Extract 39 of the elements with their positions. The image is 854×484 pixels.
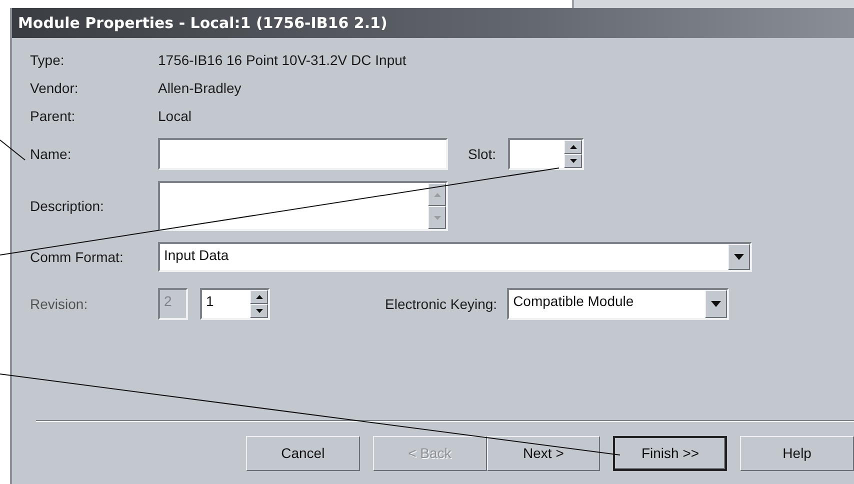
field-label: Description: [30,198,105,214]
field-label: Type: [30,52,66,68]
dialog-button[interactable]: Finish >> [613,436,728,470]
spin-down-button[interactable] [564,154,582,168]
spin-down-button[interactable] [250,304,268,318]
spin-up-button[interactable] [250,290,268,304]
field-value: 1756-IB16 16 Point 10V-31.2V DC Input [158,52,406,68]
dialog-button[interactable]: Cancel [246,436,360,470]
spin-up-button[interactable] [564,140,582,154]
window-title: Module Properties - Local:1 (1756-IB16 2.1) [12,8,854,38]
dialog-button[interactable]: Help [740,436,854,470]
field-label: Vendor: [30,80,80,96]
description-field[interactable] [158,181,448,231]
caret-icon [711,301,722,307]
electronic-keying-dropdown[interactable]: Compatible Module [507,288,730,320]
caret-icon [734,254,744,260]
field-label: Name: [30,146,72,162]
field-value: Allen-Bradley [158,80,242,96]
dropdown-button[interactable] [705,290,728,318]
slot-spin-field[interactable] [508,138,584,170]
down-arrow-icon [570,159,577,163]
comm-format-dropdown[interactable]: Input Data [158,242,752,272]
spin-up-button[interactable] [428,183,446,206]
up-arrow-icon [434,192,440,196]
field-value: Local [158,108,192,124]
up-arrow-icon [570,145,577,149]
name-field[interactable] [158,138,448,170]
dropdown-button[interactable] [728,244,750,270]
up-arrow-icon [256,295,262,299]
field-label: Comm Format: [30,249,124,265]
down-arrow-icon [434,216,440,220]
minor-revision-field[interactable]: 1 [200,288,270,320]
field-label: Revision: [30,296,89,312]
field-label: Slot: [468,146,496,162]
leader-line [0,140,26,160]
field-label: Electronic Keying: [385,296,498,312]
dialog-button[interactable]: Next > [486,436,600,470]
down-arrow-icon [256,309,262,313]
field-label: Parent: [30,108,76,124]
